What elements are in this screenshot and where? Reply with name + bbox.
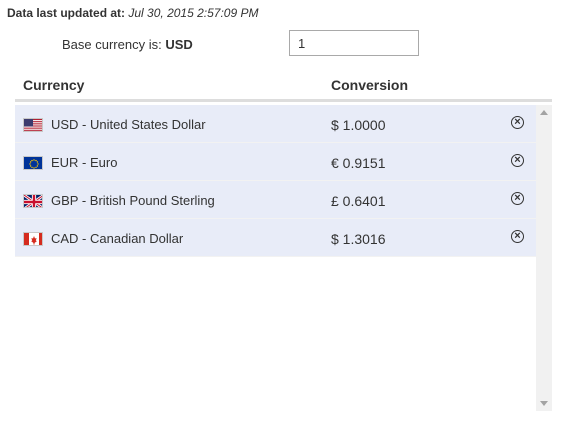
currency-row: CAD - Canadian Dollar $ 1.3016 × [15, 219, 536, 257]
currency-row: EUR - Euro € 0.9151 × [15, 143, 536, 181]
us-flag-icon [23, 118, 43, 132]
scroll-down-arrow-icon[interactable] [540, 401, 548, 406]
currency-list: USD - United States Dollar $ 1.0000 × EU… [15, 105, 552, 411]
currency-row: USD - United States Dollar $ 1.0000 × [15, 105, 536, 143]
column-header-conversion: Conversion [331, 77, 409, 93]
base-currency: Base currency is: USD [62, 37, 193, 52]
ca-flag-icon [23, 232, 43, 246]
currency-name: EUR - Euro [51, 155, 118, 170]
table-header: Currency Conversion [15, 70, 552, 102]
remove-circle-icon[interactable]: × [511, 230, 524, 243]
scroll-up-arrow-icon[interactable] [540, 110, 548, 115]
last-updated-label: Data last updated at: [7, 6, 126, 20]
currency-name: GBP - British Pound Sterling [51, 193, 215, 208]
currency-name: CAD - Canadian Dollar [51, 231, 184, 246]
eu-flag-icon [23, 156, 43, 170]
remove-circle-icon[interactable]: × [511, 116, 524, 129]
conversion-value: £ 0.6401 [331, 193, 386, 209]
vertical-scrollbar[interactable] [536, 105, 552, 411]
currency-name: USD - United States Dollar [51, 117, 206, 132]
conversion-value: $ 1.3016 [331, 231, 386, 247]
base-currency-label: Base currency is: [62, 37, 162, 52]
base-currency-code: USD [165, 37, 193, 52]
gb-flag-icon [23, 194, 43, 208]
remove-circle-icon[interactable]: × [511, 192, 524, 205]
conversion-value: € 0.9151 [331, 155, 386, 171]
conversion-value: $ 1.0000 [331, 117, 386, 133]
base-amount-input[interactable] [289, 30, 419, 56]
column-header-currency: Currency [23, 77, 85, 93]
currency-row: GBP - British Pound Sterling £ 0.6401 × [15, 181, 536, 219]
last-updated-value: Jul 30, 2015 2:57:09 PM [128, 6, 259, 20]
last-updated: Data last updated at: Jul 30, 2015 2:57:… [7, 6, 258, 20]
remove-circle-icon[interactable]: × [511, 154, 524, 167]
